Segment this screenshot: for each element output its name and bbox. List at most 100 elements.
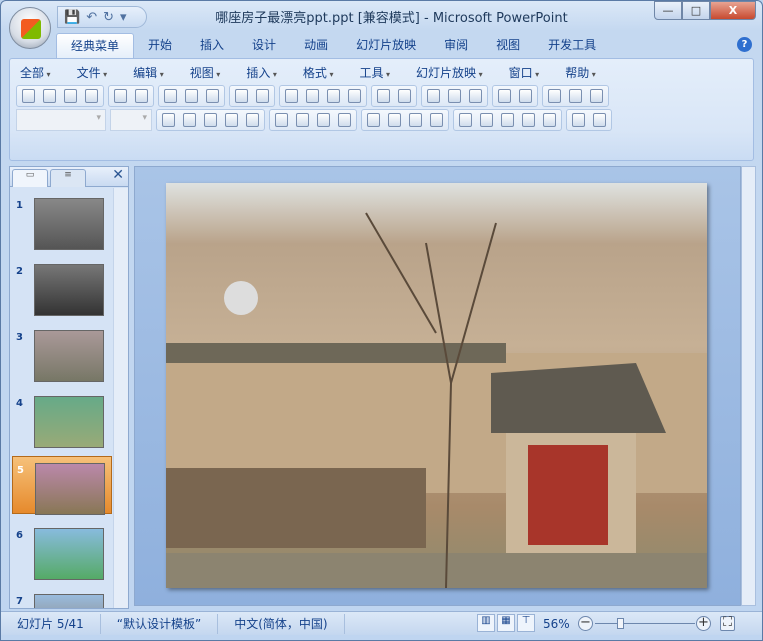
italic-button[interactable]: [180, 111, 199, 129]
language-status[interactable]: 中文(简体，中国): [218, 613, 345, 634]
shadow-button[interactable]: [222, 111, 241, 129]
tab-8[interactable]: 开发工具: [534, 33, 610, 59]
tab-7[interactable]: 视图: [482, 33, 534, 59]
zoom-slider-thumb[interactable]: [617, 618, 624, 629]
menu-item-6[interactable]: 工具: [355, 63, 400, 85]
tab-5[interactable]: 幻灯片放映: [342, 33, 430, 59]
zoom-slider[interactable]: [595, 618, 695, 629]
outline-tab[interactable]: ≡: [50, 169, 86, 187]
bullets-button[interactable]: [427, 111, 446, 129]
slide-thumbnail[interactable]: 1: [12, 192, 112, 250]
research-button[interactable]: [253, 87, 272, 105]
zoom-out-button[interactable]: −: [578, 616, 593, 631]
save-button[interactable]: [61, 87, 80, 105]
permission-button[interactable]: [82, 87, 101, 105]
print-button[interactable]: [161, 87, 180, 105]
cut-button[interactable]: [282, 87, 301, 105]
menu-item-8[interactable]: 窗口: [505, 63, 550, 85]
close-pane-icon[interactable]: ✕: [112, 167, 124, 183]
align-left-button[interactable]: [272, 111, 291, 129]
underline-button[interactable]: [201, 111, 220, 129]
slide-thumbnail[interactable]: 6: [12, 522, 112, 580]
font-size-select[interactable]: [110, 109, 152, 131]
table-button[interactable]: [445, 87, 464, 105]
slide-show-view-icon[interactable]: ⊤: [517, 614, 535, 632]
preview-button[interactable]: [182, 87, 201, 105]
attach-button[interactable]: [132, 87, 151, 105]
layout-button[interactable]: [566, 87, 585, 105]
close-button[interactable]: X: [710, 1, 756, 20]
minimize-button[interactable]: —: [654, 1, 682, 20]
font-color-button[interactable]: [456, 111, 475, 129]
format-painter-button[interactable]: [345, 87, 364, 105]
chart-button[interactable]: [424, 87, 443, 105]
slide-thumbnail[interactable]: 3: [12, 324, 112, 382]
normal-view-icon[interactable]: ▥: [477, 614, 495, 632]
customize-qat-icon[interactable]: ▾: [120, 10, 127, 25]
tab-6[interactable]: 审阅: [430, 33, 482, 59]
fit-to-window-icon[interactable]: ⛶: [720, 616, 735, 631]
frame-button[interactable]: [203, 87, 222, 105]
slide-photo-courtyard-gate[interactable]: [166, 183, 707, 588]
office-button[interactable]: [9, 7, 51, 49]
zoom-in-button[interactable]: +: [696, 616, 711, 631]
align-center-button[interactable]: [293, 111, 312, 129]
slides-scrollbar[interactable]: [113, 188, 128, 608]
slide-thumbnail-image: [35, 463, 105, 515]
menu-item-7[interactable]: 幻灯片放映: [412, 63, 493, 85]
print-preview-button[interactable]: [111, 87, 130, 105]
tab-4[interactable]: 动画: [290, 33, 342, 59]
open-button[interactable]: [40, 87, 59, 105]
align-right-button[interactable]: [314, 111, 333, 129]
maximize-button[interactable]: □: [682, 1, 710, 20]
grow-font-button[interactable]: [477, 111, 496, 129]
slides-tab[interactable]: ▭: [12, 169, 48, 187]
slide-thumbnail[interactable]: 5: [12, 456, 112, 515]
slide-thumbnail[interactable]: 7: [12, 588, 112, 608]
menu-item-1[interactable]: 文件: [73, 63, 118, 85]
slide-sorter-view-icon[interactable]: ▦: [497, 614, 515, 632]
save-icon[interactable]: 💾: [64, 10, 80, 25]
shapes-button[interactable]: [590, 111, 609, 129]
bold-button[interactable]: [159, 111, 178, 129]
new-slide-button[interactable]: [545, 87, 564, 105]
grayscale-button[interactable]: [516, 87, 535, 105]
help-icon[interactable]: ?: [737, 37, 752, 52]
distribute-button[interactable]: [335, 111, 354, 129]
paste-button[interactable]: [324, 87, 343, 105]
slide-number: 7: [16, 596, 23, 607]
font-name-select[interactable]: [16, 109, 106, 131]
slide-thumbnail[interactable]: 2: [12, 258, 112, 316]
menu-item-3[interactable]: 视图: [186, 63, 231, 85]
slide-thumbnail[interactable]: 4: [12, 390, 112, 448]
increase-indent-button[interactable]: [540, 111, 559, 129]
tab-2[interactable]: 插入: [186, 33, 238, 59]
tab-1[interactable]: 开始: [134, 33, 186, 59]
menu-item-9[interactable]: 帮助: [561, 63, 606, 85]
redo-button[interactable]: [395, 87, 414, 105]
numbering-button[interactable]: [406, 111, 425, 129]
menu-item-2[interactable]: 编辑: [129, 63, 174, 85]
vertical-scrollbar[interactable]: [741, 166, 756, 606]
decrease-indent-button[interactable]: [519, 111, 538, 129]
undo-icon[interactable]: ↶: [86, 10, 97, 25]
tab-0[interactable]: 经典菜单: [56, 33, 135, 59]
shrink-font-button[interactable]: [498, 111, 517, 129]
menu-item-5[interactable]: 格式: [299, 63, 344, 85]
text-direction-button[interactable]: [385, 111, 404, 129]
hyperlink-button[interactable]: [466, 87, 485, 105]
menu-item-0[interactable]: 全部: [16, 63, 61, 85]
change-case-button[interactable]: [243, 111, 262, 129]
redo-icon[interactable]: ↻: [103, 10, 114, 25]
spelling-button[interactable]: [232, 87, 251, 105]
undo-button[interactable]: [374, 87, 393, 105]
line-spacing-button[interactable]: [364, 111, 383, 129]
tab-3[interactable]: 设计: [238, 33, 290, 59]
textbox-button[interactable]: [587, 87, 606, 105]
menu-item-4[interactable]: 插入: [242, 63, 287, 85]
zoom-level[interactable]: 56%: [543, 616, 570, 632]
new-button[interactable]: [19, 87, 38, 105]
color-button[interactable]: [495, 87, 514, 105]
arrange-button[interactable]: [569, 111, 588, 129]
copy-button[interactable]: [303, 87, 322, 105]
